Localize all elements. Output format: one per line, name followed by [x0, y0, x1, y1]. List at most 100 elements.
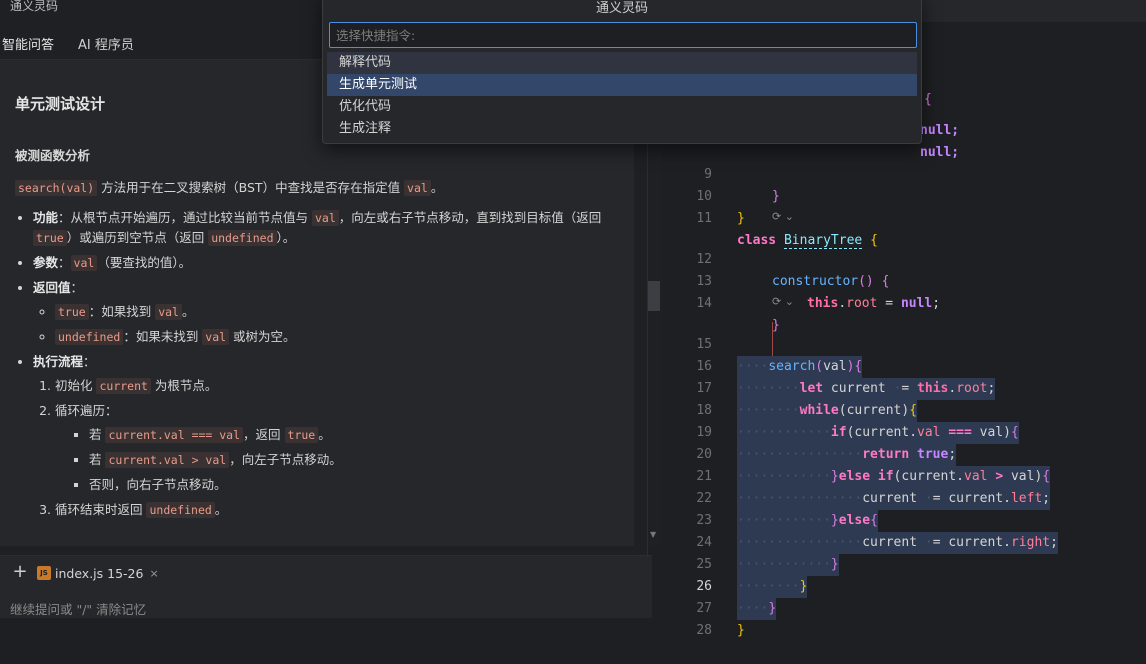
- list-item: true：如果找到 val。: [55, 302, 616, 322]
- code-line: 10 }: [662, 164, 1146, 226]
- palette-item-optimize-code[interactable]: 优化代码: [327, 96, 917, 118]
- text: 。: [214, 502, 228, 517]
- command-palette: 通义灵码 解释代码 生成单元测试 优化代码 生成注释: [322, 0, 922, 144]
- list-item-return: 返回值： true：如果找到 val。 undefined：如果未找到 val …: [33, 278, 616, 347]
- text: 方法用于在二叉搜索树（BST）中查找是否存在指定值: [97, 180, 405, 195]
- list-item: 否则，向右子节点移动。: [89, 475, 616, 495]
- list-item: 初始化 current 为根节点。: [55, 376, 616, 396]
- list-item-flow: 执行流程： 初始化 current 为根节点。 循环遍历： 若 current.…: [33, 352, 616, 520]
- list-item: 若 current.val === val，返回 true。: [89, 425, 616, 445]
- text: （要查找的值）。: [97, 255, 192, 270]
- loop-cases: 若 current.val === val，返回 true。 若 current…: [55, 425, 616, 495]
- code-line: 18 ············if(current.val === val){: [662, 378, 1146, 444]
- code-line: 15 ····search(val){: [662, 312, 1146, 378]
- file-context-chip[interactable]: JS index.js 15-26 ×: [37, 563, 159, 583]
- code-text: }: [737, 623, 745, 638]
- palette-search-input[interactable]: [329, 22, 917, 48]
- code-line: 21 ················current ·= current.le…: [662, 444, 1146, 510]
- label: 功能: [33, 210, 59, 225]
- label: 执行流程: [33, 354, 84, 369]
- text: ，返回: [243, 427, 285, 442]
- code-line: 9 }: [662, 142, 1146, 204]
- text: 。: [430, 180, 444, 195]
- code-line: 14 }: [662, 271, 1146, 333]
- code-line: 11 class BinaryTree {: [662, 186, 1146, 249]
- flow-steps: 初始化 current 为根节点。 循环遍历： 若 current.val ==…: [33, 376, 616, 520]
- code-line: 22 ············}else{: [662, 466, 1146, 532]
- text: ）。: [276, 230, 296, 245]
- text: 初始化: [55, 378, 97, 393]
- text: 否则，向右子节点移动。: [89, 477, 227, 492]
- inline-code: undefined: [55, 329, 124, 345]
- inline-code: val: [312, 210, 339, 226]
- close-icon[interactable]: ×: [149, 567, 158, 580]
- code-line: 17 ········while(current){: [662, 356, 1146, 422]
- codelens-icon[interactable]: ⟳ ⌄: [772, 293, 794, 311]
- text: 为根节点。: [150, 378, 218, 393]
- file-context-label: index.js 15-26: [55, 565, 144, 581]
- inline-code: true: [33, 230, 67, 246]
- answer-subheading: 被测函数分析: [15, 148, 91, 163]
- text: ，向左或右子节点移动，直到找到目标值（返回: [338, 210, 602, 225]
- codelens-icon[interactable]: ⟳ ⌄: [772, 208, 794, 226]
- text: ）或遍历到空节点（返回: [66, 230, 209, 245]
- return-values-list: true：如果找到 val。 undefined：如果未找到 val 或树为空。: [33, 302, 616, 347]
- text: ：: [83, 354, 96, 369]
- code-line: 24 ············}: [662, 510, 1146, 576]
- list-item: 循环结束时返回 undefined。: [55, 500, 616, 520]
- scroll-down-icon[interactable]: ▼: [650, 530, 656, 539]
- inline-code: val: [404, 180, 431, 196]
- line-number: 28: [696, 623, 712, 638]
- text: ：如果找到: [88, 304, 156, 319]
- text: 循环遍历：: [55, 403, 118, 418]
- code-line: 13 this.root = null;: [662, 249, 1146, 311]
- code-line: 26 ····}: [662, 554, 1146, 620]
- code-line: 19 ················return true;: [662, 400, 1146, 466]
- inline-code: val: [202, 329, 230, 345]
- list-item-params: 参数：val（要查找的值）。: [33, 253, 616, 273]
- inline-code: undefined: [208, 230, 277, 246]
- list-item-function: 功能：从根节点开始遍历，通过比较当前节点值与 val，向左或右子节点移动，直到找…: [33, 208, 616, 248]
- palette-item-generate-unit-test[interactable]: 生成单元测试: [327, 74, 917, 96]
- inline-code: true: [55, 304, 89, 320]
- text: 。: [318, 427, 331, 442]
- code-line: 28: [662, 598, 1146, 638]
- code-line: 25 ········}: [662, 532, 1146, 598]
- inline-code: search(val): [15, 180, 98, 196]
- text: ：如果未找到: [123, 329, 203, 344]
- palette-title: 通义灵码: [595, 1, 648, 16]
- palette-item-explain-code[interactable]: 解释代码: [327, 52, 917, 74]
- label: 参数: [33, 255, 59, 270]
- inline-code: undefined: [146, 502, 215, 518]
- palette-item-generate-comments[interactable]: 生成注释: [327, 118, 917, 140]
- text: ：: [70, 280, 84, 295]
- code-line: 16 ········let current ·= this.root;: [662, 334, 1146, 400]
- inline-code: current.val > val: [105, 452, 230, 468]
- inline-code: current.val === val: [105, 427, 244, 443]
- text: ，向左子节点移动。: [229, 452, 342, 467]
- tab-smart-qa[interactable]: 智能问答: [2, 34, 55, 62]
- javascript-file-icon: JS: [37, 566, 51, 580]
- scrollbar-thumb[interactable]: [648, 281, 660, 311]
- label: 返回值: [33, 280, 71, 295]
- text: 。: [181, 304, 195, 319]
- inline-code: current: [96, 378, 151, 394]
- plus-icon[interactable]: +: [10, 562, 30, 582]
- code-line: 27 }: [662, 576, 1146, 638]
- tab-ai-programmer[interactable]: AI 程序员: [78, 34, 134, 53]
- analysis-list: 功能：从根节点开始遍历，通过比较当前节点值与 val，向左或右子节点移动，直到找…: [15, 208, 616, 520]
- text: 循环结束时返回: [55, 502, 147, 517]
- code-line: 20 ············}else if(current.val > va…: [662, 422, 1146, 488]
- intro-paragraph: search(val) 方法用于在二叉搜索树（BST）中查找是否存在指定值 va…: [15, 178, 616, 198]
- list-item: undefined：如果未找到 val 或树为空。: [55, 327, 616, 347]
- text: 若: [89, 427, 106, 442]
- code-line: 12 constructor() {: [662, 227, 1146, 289]
- inline-code: val: [70, 255, 98, 271]
- text: ：: [58, 255, 71, 270]
- composer: + JS index.js 15-26 × 继续提问或 "/" 清除记忆: [0, 555, 652, 618]
- chat-input[interactable]: 继续提问或 "/" 清除记忆: [10, 599, 146, 618]
- list-item: 循环遍历： 若 current.val === val，返回 true。 若 c…: [55, 401, 616, 495]
- code-line: 23 ················current ·= current.ri…: [662, 488, 1146, 554]
- code-text: }: [737, 211, 745, 226]
- text: 若: [89, 452, 106, 467]
